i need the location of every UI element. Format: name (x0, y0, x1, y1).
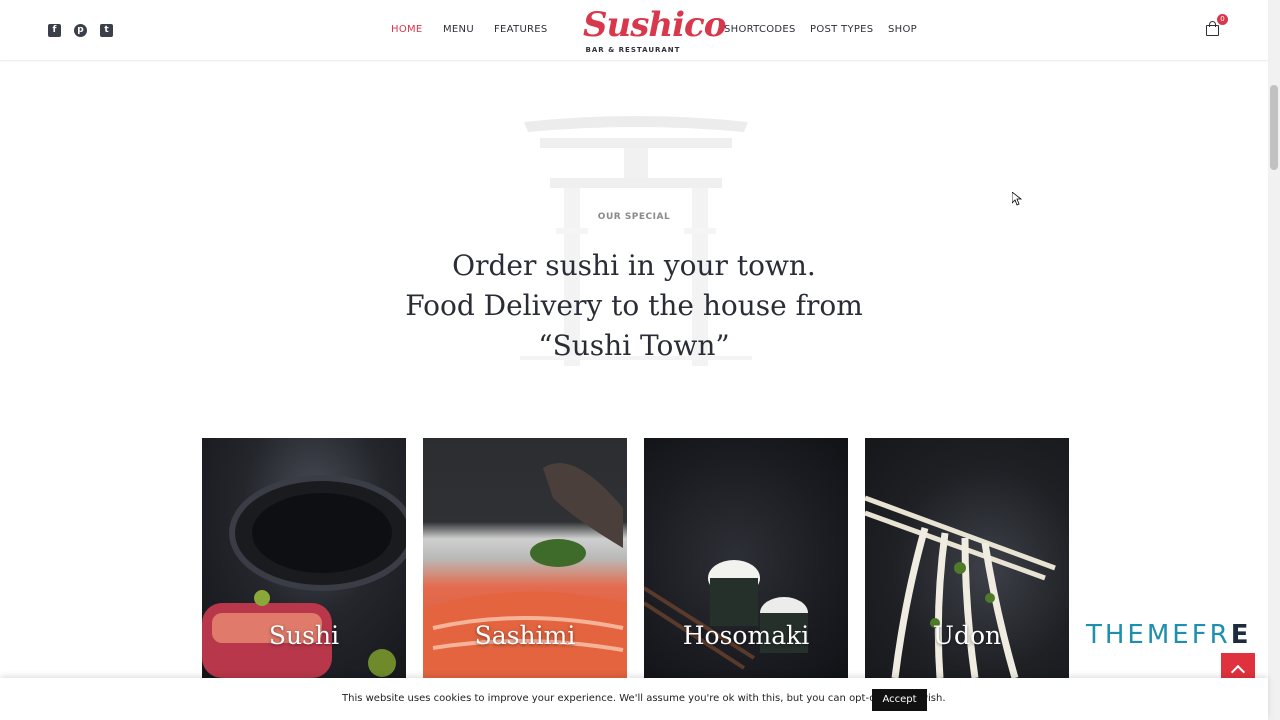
card-title: Sashimi (474, 621, 576, 650)
accept-cookies-button[interactable]: Accept (872, 689, 927, 711)
headline-line: Food Delivery to the house from (405, 289, 863, 322)
site-logo[interactable]: Sushico BAR & RESTAURANT (583, 4, 726, 56)
twitter-icon[interactable]: t (100, 24, 113, 37)
facebook-icon[interactable]: f (48, 24, 61, 37)
logo-script: Sushico (583, 5, 726, 45)
watermark-text: THEMEFR (1086, 620, 1231, 650)
nav-home[interactable]: HOME (391, 24, 423, 35)
scrollbar-thumb[interactable] (1270, 85, 1278, 170)
logo-subtitle: BAR & RESTAURANT (585, 46, 681, 54)
headline-line: Order sushi in your town. (452, 249, 816, 282)
nav-features[interactable]: FEATURES (494, 24, 548, 35)
card-sushi[interactable]: Sushi (202, 438, 406, 678)
card-title: Udon (932, 621, 1002, 650)
nav-shop[interactable]: SHOP (888, 24, 917, 35)
social-links: f p t (48, 24, 113, 37)
page-scrollbar[interactable] (1268, 0, 1280, 720)
chevron-up-icon (1230, 664, 1246, 680)
section-eyebrow: OUR SPECIAL (597, 212, 671, 222)
mouse-cursor-icon (1012, 192, 1022, 206)
headline-line: “Sushi Town” (538, 329, 730, 362)
section-headline: Order sushi in your town. Food Delivery … (384, 246, 884, 366)
themefree-watermark: THEMEFRE (1086, 620, 1252, 650)
nav-shortcodes[interactable]: SHORTCODES (724, 24, 796, 35)
nav-menu[interactable]: MENU (443, 24, 474, 35)
watermark-tail: E (1230, 620, 1252, 650)
card-udon[interactable]: Udon (865, 438, 1069, 678)
cart-body (1206, 25, 1219, 36)
site-header: f p t HOME MENU FEATURES Sushico BAR & R… (0, 0, 1268, 61)
card-title: Hosomaki (682, 621, 810, 650)
card-hosomaki[interactable]: Hosomaki (644, 438, 848, 678)
cart-count-badge: 0 (1217, 14, 1228, 25)
nav-post-types[interactable]: POST TYPES (810, 24, 873, 35)
pinterest-icon[interactable]: p (74, 24, 87, 37)
cookie-consent-bar: This website uses cookies to improve you… (0, 678, 1268, 720)
card-title: Sushi (268, 621, 340, 650)
cookie-message: This website uses cookies to improve you… (342, 693, 946, 704)
card-sashimi[interactable]: Sashimi (423, 438, 627, 678)
